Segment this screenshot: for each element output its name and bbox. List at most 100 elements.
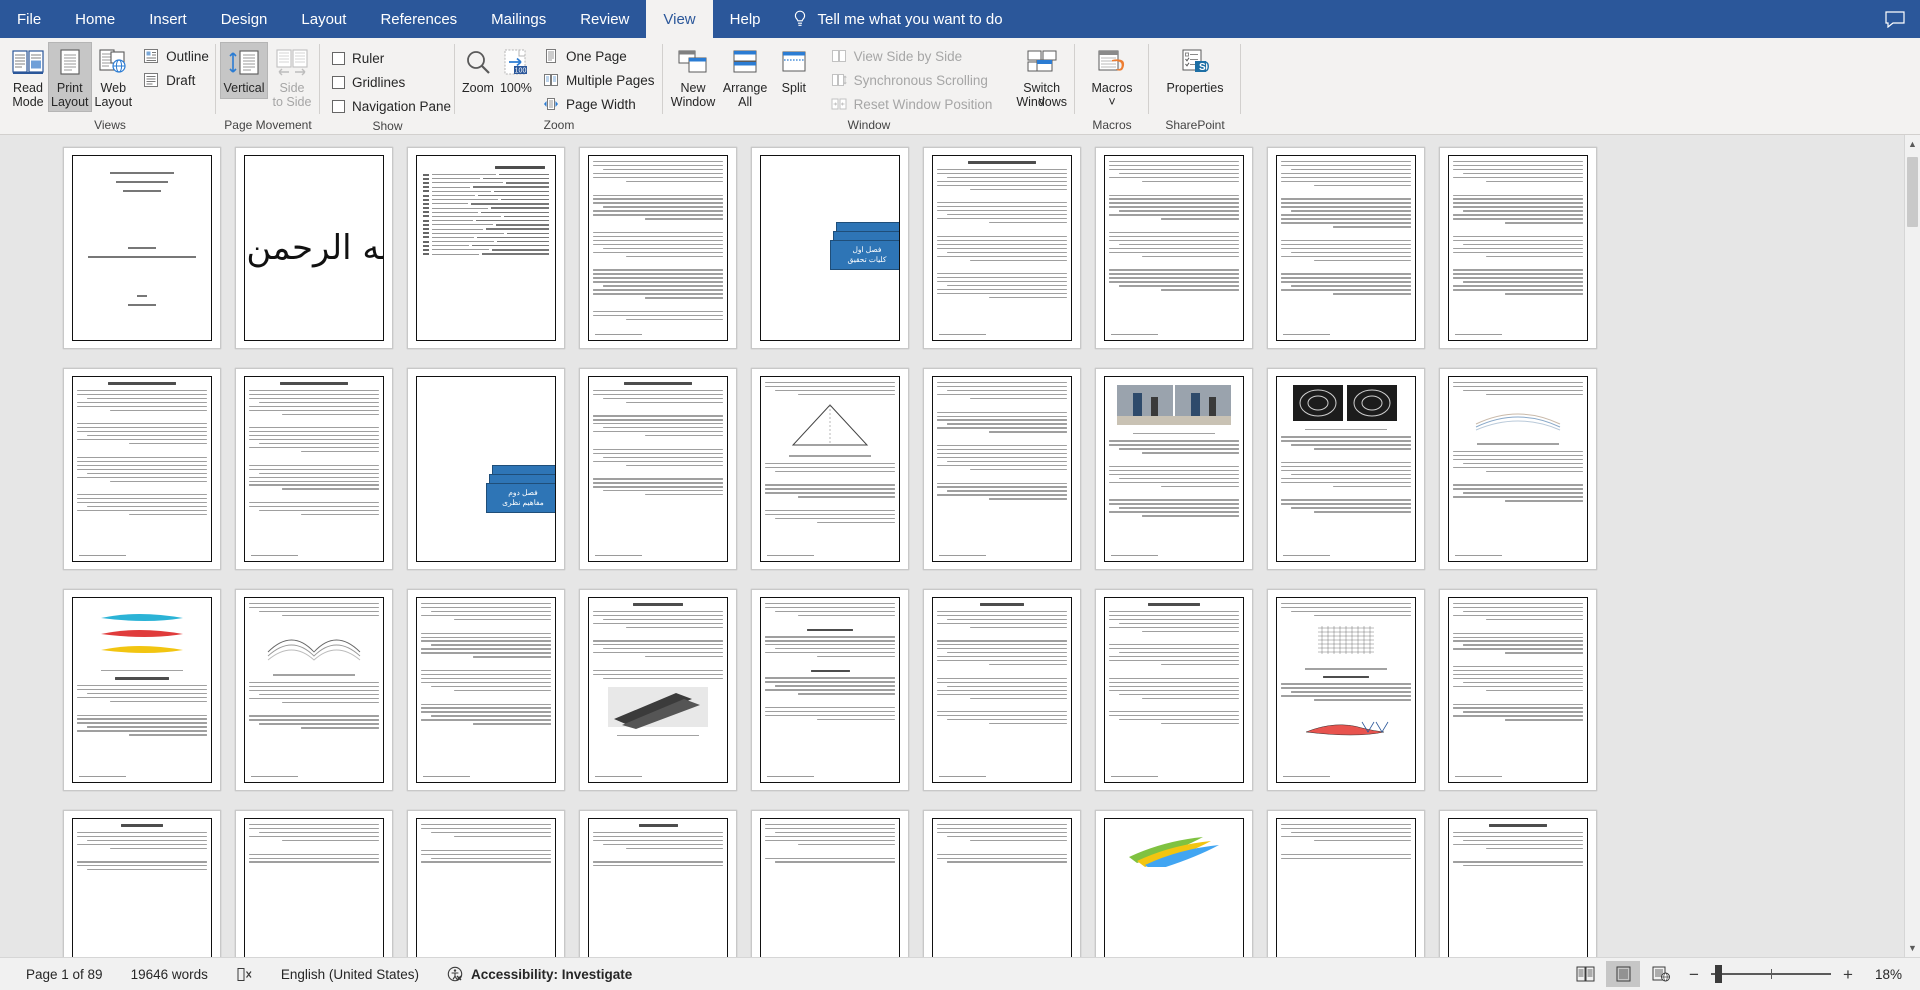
- comments-icon[interactable]: [1884, 10, 1906, 28]
- switch-windows-button[interactable]: Switch Windows ˅: [1012, 42, 1071, 113]
- page-thumbnail[interactable]: [923, 810, 1081, 957]
- page-thumbnail[interactable]: [1267, 589, 1425, 791]
- page-thumbnail[interactable]: [1267, 810, 1425, 957]
- read-mode-button[interactable]: Read Mode: [8, 42, 48, 112]
- zoom-100-button[interactable]: 100 100%: [497, 42, 535, 99]
- page-thumbnail[interactable]: بسم الله الرحمن الرحیم: [235, 147, 393, 349]
- tab-layout[interactable]: Layout: [284, 0, 363, 38]
- page-thumbnail[interactable]: [923, 147, 1081, 349]
- page-thumbnail[interactable]: [63, 368, 221, 570]
- page-thumbnail[interactable]: [579, 589, 737, 791]
- accessibility-status[interactable]: Accessibility: Investigate: [433, 966, 646, 983]
- zoom-button[interactable]: Zoom: [459, 42, 497, 99]
- gridlines-checkbox[interactable]: Gridlines: [330, 71, 457, 93]
- tab-insert[interactable]: Insert: [132, 0, 204, 38]
- tab-mailings[interactable]: Mailings: [474, 0, 563, 38]
- multiple-pages-button[interactable]: Multiple Pages: [541, 69, 661, 91]
- page-thumbnail[interactable]: [235, 368, 393, 570]
- zoom-slider-track[interactable]: [1711, 965, 1831, 983]
- read-mode-view-button[interactable]: [1568, 961, 1602, 987]
- zoom-slider-thumb[interactable]: [1715, 965, 1722, 983]
- tab-view[interactable]: View: [646, 0, 713, 38]
- page-thumbnail[interactable]: [923, 589, 1081, 791]
- page-thumbnail[interactable]: [1439, 368, 1597, 570]
- page-thumbnail[interactable]: [1267, 368, 1425, 570]
- page-thumbnail[interactable]: [407, 810, 565, 957]
- new-window-button[interactable]: New Window: [667, 42, 719, 112]
- macros-button[interactable]: Macros ˅: [1081, 42, 1143, 112]
- tab-file[interactable]: File: [0, 0, 58, 38]
- page-thumbnail[interactable]: فصل دوم مفاهیم نظری: [407, 368, 565, 570]
- tab-references[interactable]: References: [363, 0, 474, 38]
- view-side-by-side-button[interactable]: View Side by Side: [829, 45, 999, 67]
- page-thumbnail[interactable]: [407, 589, 565, 791]
- tab-help[interactable]: Help: [713, 0, 778, 38]
- outline-button[interactable]: Outline: [141, 45, 215, 67]
- page-thumbnail[interactable]: [1095, 368, 1253, 570]
- page-thumbnail[interactable]: [1095, 589, 1253, 791]
- language-indicator[interactable]: English (United States): [267, 967, 433, 982]
- page-thumbnail[interactable]: [1439, 810, 1597, 957]
- flow-visualization-photo: [1293, 385, 1397, 421]
- page-thumbnail[interactable]: [751, 368, 909, 570]
- page-thumbnail[interactable]: [751, 589, 909, 791]
- page-thumbnail[interactable]: [751, 810, 909, 957]
- navigation-pane-checkbox[interactable]: Navigation Pane: [330, 95, 457, 117]
- tab-review[interactable]: Review: [563, 0, 646, 38]
- page-thumbnail[interactable]: [63, 589, 221, 791]
- document-canvas[interactable]: بسم الله الرحمن الرحیم: [0, 135, 1920, 957]
- synchronous-scrolling-button[interactable]: Synchronous Scrolling: [829, 69, 999, 91]
- split-button[interactable]: Split: [771, 42, 816, 99]
- web-layout-view-button[interactable]: [1644, 961, 1678, 987]
- switch-windows-chevron-down-icon[interactable]: ˅: [1038, 95, 1045, 110]
- zoom-in-button[interactable]: +: [1840, 966, 1856, 983]
- print-layout-button[interactable]: Print Layout: [48, 42, 92, 112]
- web-layout-button[interactable]: Web Layout: [92, 42, 136, 112]
- page-thumbnail[interactable]: [1267, 147, 1425, 349]
- ribbon-group-views: Read Mode Print Layout Web Layout Outlin…: [4, 38, 216, 134]
- one-page-button[interactable]: One Page: [541, 45, 661, 67]
- page-thumbnail[interactable]: [1095, 810, 1253, 957]
- page-thumbnail[interactable]: [235, 589, 393, 791]
- page-thumbnail[interactable]: [63, 147, 221, 349]
- print-layout-view-button[interactable]: [1606, 961, 1640, 987]
- page-thumbnail[interactable]: [579, 810, 737, 957]
- reset-window-position-button[interactable]: Reset Window Position: [829, 93, 999, 115]
- page-thumbnail[interactable]: [235, 810, 393, 957]
- tab-design[interactable]: Design: [204, 0, 285, 38]
- page-thumbnail[interactable]: [579, 147, 737, 349]
- word-count[interactable]: 19646 words: [117, 967, 222, 982]
- page-thumbnail[interactable]: [407, 147, 565, 349]
- show-commands: Ruler Gridlines Navigation Pane: [324, 42, 461, 117]
- tell-me-box[interactable]: Tell me what you want to do: [778, 0, 1003, 38]
- zoom-out-button[interactable]: −: [1686, 966, 1702, 983]
- page-thumbnail[interactable]: [1095, 147, 1253, 349]
- ruler-checkbox[interactable]: Ruler: [330, 47, 457, 69]
- tab-home[interactable]: Home: [58, 0, 132, 38]
- properties-button[interactable]: S Properties: [1160, 42, 1230, 99]
- zoom-level-text[interactable]: 18%: [1862, 967, 1908, 982]
- page-width-button[interactable]: Page Width: [541, 93, 661, 115]
- web-layout-icon: [98, 46, 128, 80]
- scroll-up-arrow-icon[interactable]: ▲: [1905, 135, 1920, 153]
- page-thumbnail[interactable]: [1439, 589, 1597, 791]
- page-thumbnail[interactable]: [923, 368, 1081, 570]
- scroll-down-arrow-icon[interactable]: ▼: [1905, 939, 1920, 957]
- page-thumbnail[interactable]: [579, 368, 737, 570]
- draft-button[interactable]: Draft: [141, 69, 215, 91]
- vertical-button[interactable]: Vertical: [220, 42, 268, 99]
- navigation-pane-checkbox-box[interactable]: [332, 99, 345, 113]
- arrange-all-button[interactable]: Arrange All: [719, 42, 771, 112]
- proofing-status[interactable]: [222, 967, 267, 982]
- vertical-scrollbar[interactable]: ▲ ▼: [1904, 135, 1920, 957]
- page-thumbnail[interactable]: فصل اول کلیات تحقیق: [751, 147, 909, 349]
- page-indicator[interactable]: Page 1 of 89: [12, 967, 117, 982]
- side-to-side-button[interactable]: Side to Side: [268, 42, 316, 112]
- gridlines-checkbox-box[interactable]: [332, 75, 345, 89]
- ruler-checkbox-box[interactable]: [332, 51, 345, 65]
- scrollbar-thumb[interactable]: [1907, 157, 1918, 227]
- page-thumbnail[interactable]: [63, 810, 221, 957]
- page-thumbnail[interactable]: [1439, 147, 1597, 349]
- macros-chevron-down-icon[interactable]: ˅: [1108, 95, 1115, 110]
- zoom-slider[interactable]: − +: [1680, 965, 1862, 983]
